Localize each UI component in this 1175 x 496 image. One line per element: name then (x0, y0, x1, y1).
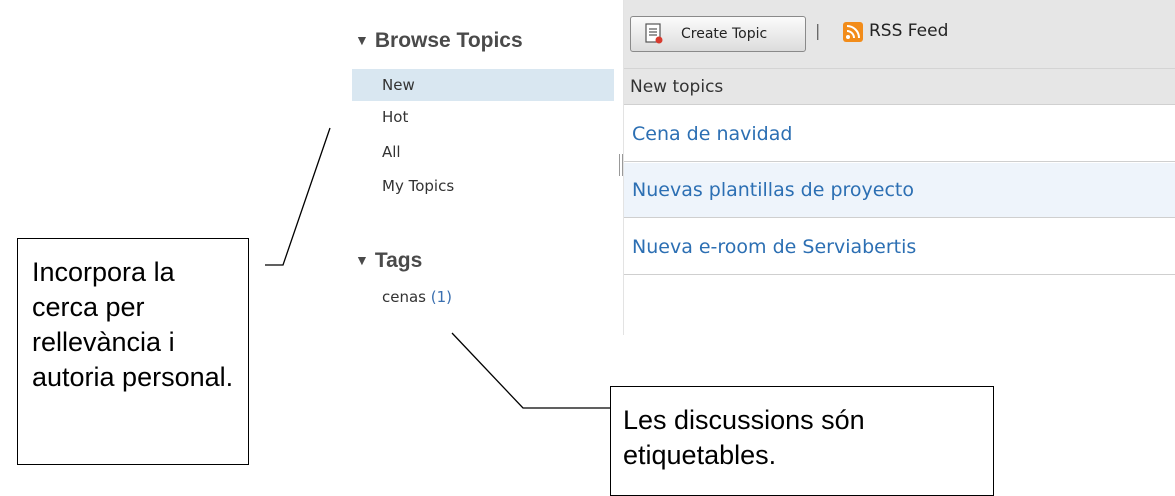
bottom-callout: Les discussions són etiquetables. (610, 386, 994, 496)
left-callout-line (265, 127, 331, 266)
bottom-callout-text: Les discussions són etiquetables. (623, 405, 865, 470)
left-callout: Incorpora la cerca per rellevància i aut… (17, 238, 249, 465)
bottom-callout-line (451, 332, 610, 409)
left-callout-text: Incorpora la cerca per rellevància i aut… (32, 257, 234, 392)
